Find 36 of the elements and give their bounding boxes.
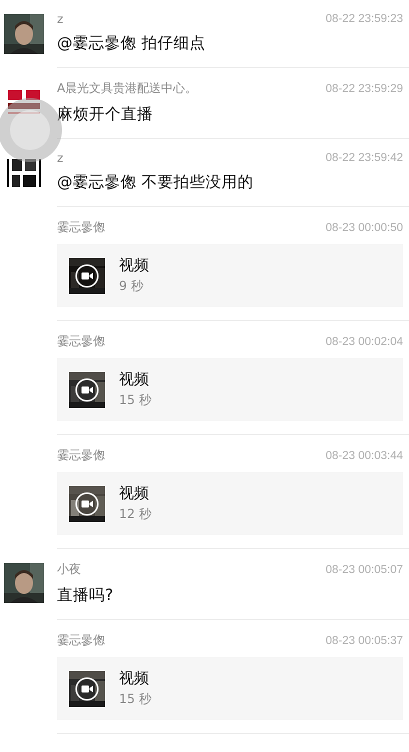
message-text: 麻烦开个直播 [57, 104, 154, 125]
video-duration: 12 秒 [119, 506, 152, 523]
message-time: 08-23 00:05:07 [326, 564, 403, 576]
video-title: 视频 [119, 484, 150, 503]
video-camera-icon [75, 378, 99, 402]
video-duration: 15 秒 [119, 392, 152, 409]
message-time: 08-23 00:05:37 [326, 634, 403, 646]
sender-name: A晨光文具贵港配送中心。 [57, 80, 198, 97]
message-time: 08-23 00:00:50 [326, 222, 403, 234]
message-text: @霎忈曑偬 不要拍些没用的 [57, 172, 254, 193]
message-time: 08-22 23:59:23 [326, 13, 403, 25]
message-text: @霎忈曑偬 拍仔细点 [57, 33, 206, 54]
message-text: 直播吗? [57, 585, 114, 606]
sender-name: 霎忈曑偬 [57, 632, 105, 649]
video-title: 视频 [119, 669, 150, 688]
video-card[interactable]: 视频 15 秒 [57, 358, 403, 421]
sender-name: 霎忈曑偬 [57, 447, 105, 464]
video-title: 视频 [119, 370, 150, 389]
video-card[interactable]: 视频 9 秒 [57, 244, 403, 307]
video-duration: 15 秒 [119, 691, 152, 708]
message-time: 08-22 23:59:29 [326, 82, 403, 94]
sender-name: 霎忈曑偬 [57, 219, 105, 236]
message-time: 08-23 00:03:44 [326, 450, 403, 462]
sender-name: 霎忈曑偬 [57, 333, 105, 350]
video-card[interactable]: 视频 15 秒 [57, 657, 403, 720]
video-camera-icon [75, 264, 99, 288]
video-card[interactable]: 视频 12 秒 [57, 472, 403, 535]
video-camera-icon [75, 492, 99, 516]
video-camera-icon [75, 676, 99, 700]
message-time: 08-23 00:02:04 [326, 336, 403, 348]
sender-name: z [57, 12, 64, 26]
sender-name: z [57, 151, 64, 165]
video-duration: 9 秒 [119, 278, 145, 295]
video-title: 视频 [119, 256, 149, 275]
sender-name: 小夜 [57, 561, 81, 578]
message-time: 08-22 23:59:42 [326, 152, 403, 164]
